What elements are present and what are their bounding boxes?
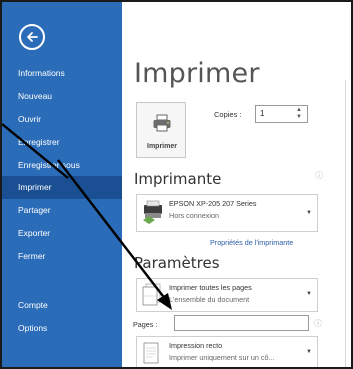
sidebar-item-informations[interactable]: Informations (2, 62, 122, 85)
sidebar-nav: Informations Nouveau Ouvrir Enregistrer … (2, 62, 122, 340)
sidebar-item-ouvrir[interactable]: Ouvrir (2, 108, 122, 131)
back-arrow-icon (27, 32, 38, 42)
printer-properties-link[interactable]: Propriétés de l'imprimante (210, 238, 293, 247)
pages-setting-line2: L'ensemble du document (169, 295, 250, 304)
back-button[interactable] (19, 24, 45, 50)
sidebar-item-nouveau[interactable]: Nouveau (2, 85, 122, 108)
sides-setting-line2: Imprimer uniquement sur un cô... (169, 353, 275, 362)
sidebar-item-options[interactable]: Options (2, 317, 122, 340)
sidebar-item-partager[interactable]: Partager (2, 199, 122, 222)
chevron-down-icon: ▼ (306, 349, 312, 355)
info-icon[interactable]: ⓘ (315, 170, 323, 181)
copies-label: Copies : (214, 110, 242, 119)
sidebar-item-compte[interactable]: Compte (2, 294, 122, 317)
settings-section-title: Paramètres (134, 254, 220, 272)
sidebar-item-imprimer[interactable]: Imprimer (2, 176, 122, 200)
sidebar-item-enregistrer[interactable]: Enregistrer (2, 131, 122, 154)
print-button-label: Imprimer (147, 143, 177, 150)
print-button[interactable]: Imprimer (136, 102, 186, 158)
copies-value: 1 (260, 109, 265, 118)
printer-icon (153, 114, 171, 132)
info-icon[interactable]: ⓘ (314, 318, 322, 329)
printer-section-title: Imprimante (134, 170, 222, 188)
sidebar-item-exporter[interactable]: Exporter (2, 222, 122, 245)
printer-icon (143, 200, 162, 224)
pages-document-icon (142, 283, 161, 306)
panel-divider (345, 80, 346, 367)
pages-input[interactable] (174, 315, 309, 331)
copies-stepper[interactable]: 1 ▲ ▼ (255, 105, 308, 123)
print-backstage-view: Informations Nouveau Ouvrir Enregistrer … (0, 0, 353, 369)
sidebar-item-enregistrer-sous[interactable]: Enregistrer sous (2, 154, 122, 177)
sides-setting-line1: Impression recto (169, 341, 223, 350)
printer-name: EPSON XP-205 207 Series (169, 199, 257, 208)
pages-setting-line1: Imprimer toutes les pages (169, 283, 252, 292)
page-title: Imprimer (134, 58, 260, 89)
single-sided-page-icon (143, 342, 159, 364)
backstage-sidebar: Informations Nouveau Ouvrir Enregistrer … (2, 2, 122, 367)
sidebar-item-fermer[interactable]: Fermer (2, 245, 122, 268)
pages-label: Pages : (133, 320, 158, 329)
chevron-down-icon: ▼ (306, 291, 312, 297)
print-panel: Imprimer Imprimer Copies : 1 ▲ ▼ Impriman… (122, 2, 351, 367)
copies-spinner-icon[interactable]: ▲ ▼ (296, 107, 302, 121)
pages-range-dropdown[interactable]: Imprimer toutes les pages L'ensemble du … (136, 278, 318, 312)
sides-dropdown[interactable]: Impression recto Imprimer uniquement sur… (136, 336, 318, 367)
printer-dropdown[interactable]: EPSON XP-205 207 Series Hors connexion ▼ (136, 194, 318, 232)
printer-status: Hors connexion (169, 211, 219, 220)
chevron-down-icon: ▼ (306, 210, 312, 216)
